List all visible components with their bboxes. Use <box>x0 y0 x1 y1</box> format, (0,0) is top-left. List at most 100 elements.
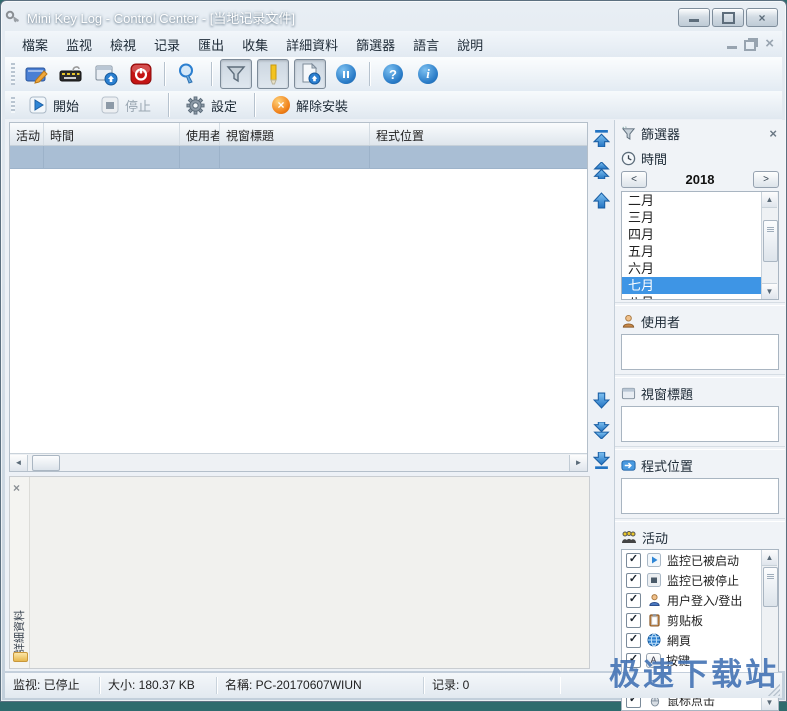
help-icon: ? <box>383 64 403 84</box>
table-row-selected[interactable] <box>10 146 587 169</box>
pause-button[interactable] <box>331 60 361 88</box>
col-window-title[interactable]: 視窗標題 <box>220 123 370 145</box>
power-button[interactable] <box>126 60 156 88</box>
start-play-icon <box>29 96 47 114</box>
details-close-icon[interactable]: × <box>13 481 20 495</box>
filter-funnel-icon <box>224 62 248 86</box>
next-year-button[interactable]: > <box>753 171 779 188</box>
col-time[interactable]: 時間 <box>44 123 180 145</box>
scroll-up-icon[interactable]: ▲ <box>762 192 777 208</box>
checkbox-checked[interactable]: ✓ <box>626 633 641 648</box>
month-item[interactable]: 五月 <box>622 243 778 260</box>
menu-file[interactable]: 檔案 <box>13 31 57 58</box>
page-down-icon[interactable] <box>593 422 610 439</box>
close-button[interactable]: × <box>746 8 778 27</box>
window-title-section-label: 視窗標題 <box>641 384 693 403</box>
user-filter-input[interactable] <box>621 334 779 370</box>
window-title-filter-input[interactable] <box>621 406 779 442</box>
activity-section-label: 活动 <box>642 528 668 547</box>
settings-button[interactable]: 設定 <box>178 93 245 118</box>
step-up-icon[interactable] <box>593 192 610 209</box>
window-update-button[interactable] <box>91 60 121 88</box>
main-toolbar: ? i <box>5 57 782 92</box>
maximize-button[interactable] <box>712 8 744 27</box>
menu-export[interactable]: 匯出 <box>189 31 233 58</box>
help-button[interactable]: ? <box>378 60 408 88</box>
user-icon <box>621 314 636 329</box>
uninstall-label: 解除安裝 <box>296 96 348 115</box>
start-button[interactable]: 開始 <box>21 93 87 118</box>
col-program-path[interactable]: 程式位置 <box>370 123 587 145</box>
mdi-minimize-icon[interactable] <box>727 46 737 49</box>
stop-icon <box>101 96 119 114</box>
menu-view[interactable]: 檢視 <box>101 31 145 58</box>
user-section-label: 使用者 <box>641 312 680 331</box>
mdi-restore-icon[interactable] <box>744 40 756 51</box>
month-scroll-thumb[interactable] <box>763 220 778 262</box>
activity-row[interactable]: ✓ 網頁 <box>622 630 778 650</box>
action-toolbar: 開始 停止 設定 × 解除安裝 <box>5 91 782 120</box>
scroll-up-icon[interactable]: ▲ <box>762 550 777 566</box>
menu-filter[interactable]: 篩選器 <box>347 31 404 58</box>
month-list: 二月 三月 四月 五月 六月 七月 八月 ▲ ▼ <box>621 191 779 300</box>
hscroll-thumb[interactable] <box>32 455 60 471</box>
activity-row[interactable]: ✓ 用户登入/登出 <box>622 590 778 610</box>
search-button[interactable] <box>173 60 203 88</box>
webpage-icon <box>646 632 662 648</box>
highlight-toggle-button[interactable] <box>257 59 289 89</box>
info-button[interactable]: i <box>413 60 443 88</box>
menu-collect[interactable]: 收集 <box>233 31 277 58</box>
month-item[interactable]: 二月 <box>622 192 778 209</box>
prev-year-button[interactable]: < <box>621 171 647 188</box>
checkbox-checked[interactable]: ✓ <box>626 613 641 628</box>
month-item-selected[interactable]: 七月 <box>622 277 778 294</box>
filter-close-icon[interactable]: × <box>769 126 779 141</box>
page-up-icon[interactable] <box>593 162 610 179</box>
program-path-section-label: 程式位置 <box>641 456 693 475</box>
time-section-label: 時間 <box>641 149 667 168</box>
month-list-scrollbar[interactable]: ▲ ▼ <box>761 192 778 299</box>
col-activity[interactable]: 活动 <box>10 123 44 145</box>
maximize-icon <box>722 12 735 24</box>
month-item[interactable]: 六月 <box>622 260 778 277</box>
keyboard-monitor-button[interactable] <box>56 60 86 88</box>
activity-label: 用户登入/登出 <box>667 592 742 609</box>
open-log-button[interactable] <box>21 60 51 88</box>
page-update-toggle-button[interactable] <box>294 59 326 89</box>
scroll-right-icon[interactable]: ► <box>569 455 587 471</box>
menu-details[interactable]: 詳細資料 <box>277 31 347 58</box>
activity-scroll-thumb[interactable] <box>763 567 778 607</box>
activity-row[interactable]: ✓ 剪贴板 <box>622 610 778 630</box>
scroll-down-icon[interactable]: ▼ <box>762 283 777 299</box>
uninstall-button[interactable]: × 解除安裝 <box>264 93 356 118</box>
go-first-icon[interactable] <box>593 130 610 147</box>
table-hscrollbar[interactable]: ◄ ► <box>10 453 587 471</box>
month-item[interactable]: 三月 <box>622 209 778 226</box>
filter-toggle-button[interactable] <box>220 59 252 89</box>
toolbar-grip <box>11 97 15 113</box>
col-user[interactable]: 使用者 <box>180 123 220 145</box>
activity-row[interactable]: ✓ 监控已被停止 <box>622 570 778 590</box>
month-item[interactable]: 八月 <box>622 294 778 300</box>
activity-row[interactable]: ✓ 监控已被启动 <box>622 550 778 570</box>
status-name: 名稱: PC-20170607WIUN <box>217 677 424 694</box>
go-last-icon[interactable] <box>593 452 610 469</box>
checkbox-checked[interactable]: ✓ <box>626 593 641 608</box>
month-item[interactable]: 四月 <box>622 226 778 243</box>
menu-language[interactable]: 語言 <box>404 31 448 58</box>
mdi-close-icon[interactable]: × <box>765 36 774 51</box>
checkbox-checked[interactable]: ✓ <box>626 553 641 568</box>
minimize-button[interactable] <box>678 8 710 27</box>
monitor-stop-icon <box>646 572 662 588</box>
menu-monitor[interactable]: 监视 <box>57 31 101 58</box>
scroll-left-icon[interactable]: ◄ <box>10 455 28 471</box>
status-monitor: 监视: 已停止 <box>5 677 100 694</box>
stop-button[interactable]: 停止 <box>93 93 159 118</box>
menu-record[interactable]: 记录 <box>145 31 189 58</box>
menu-help[interactable]: 說明 <box>448 31 492 58</box>
clipboard-icon <box>646 612 662 628</box>
section-separator <box>615 446 785 450</box>
program-path-filter-input[interactable] <box>621 478 779 514</box>
checkbox-checked[interactable]: ✓ <box>626 573 641 588</box>
step-down-icon[interactable] <box>593 392 610 409</box>
